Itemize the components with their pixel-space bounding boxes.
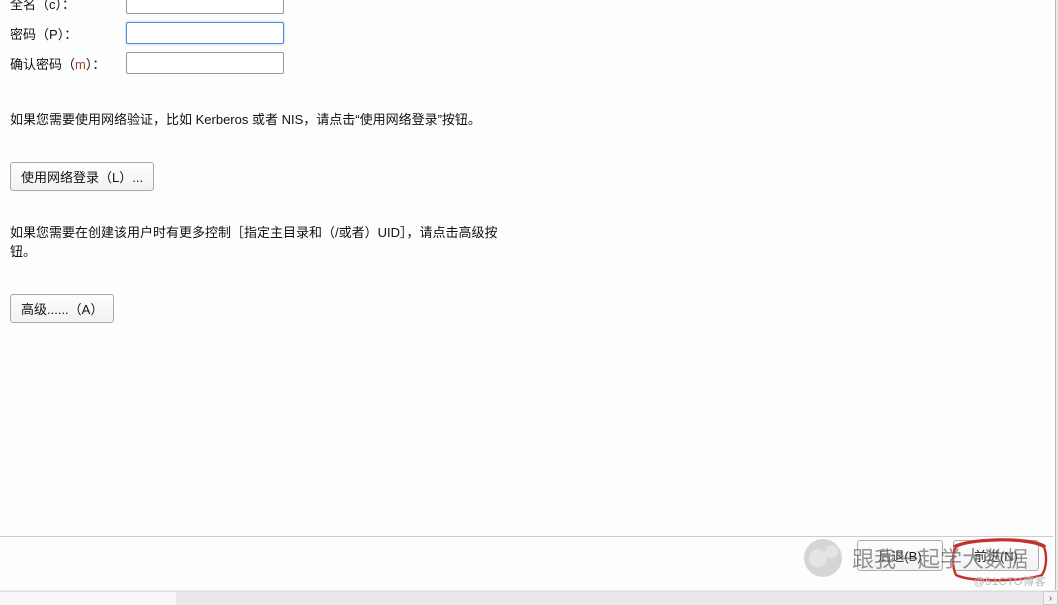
- horizontal-scrollbar-thumb-left[interactable]: [0, 591, 176, 605]
- spacer: [0, 130, 1055, 162]
- horizontal-scrollbar-right-arrow[interactable]: ›: [1043, 591, 1058, 605]
- user-form: 全名（c）： 密码（P）： 确认密码（m）：: [0, 0, 1055, 78]
- label-password-hotkey: P: [49, 27, 58, 42]
- input-fullname[interactable]: [126, 0, 284, 14]
- label-confirm-suffix: ）：: [86, 57, 106, 72]
- input-confirm-password[interactable]: [126, 52, 284, 74]
- label-password: 密码（P）：: [10, 24, 126, 43]
- label-fullname-prefix: 全名（: [10, 0, 49, 12]
- help-network-auth: 如果您需要使用网络验证，比如 Kerberos 或者 NIS，请点击“使用网络登…: [10, 110, 1045, 130]
- label-password-suffix: ）：: [58, 27, 78, 42]
- label-confirm-prefix: 确认密码（: [10, 57, 75, 72]
- network-login-row: 使用网络登录（L）...: [10, 162, 1045, 191]
- forward-button[interactable]: 前进(N): [953, 540, 1039, 571]
- advanced-button[interactable]: 高级......（A）: [10, 294, 114, 323]
- spacer: [0, 191, 1055, 223]
- network-login-button[interactable]: 使用网络登录（L）...: [10, 162, 154, 191]
- spacer: [0, 78, 1055, 110]
- input-password[interactable]: [126, 22, 284, 44]
- label-confirm-hotkey: m: [75, 57, 86, 72]
- help-advanced: 如果您需要在创建该用户时有更多控制［指定主目录和（/或者）UID］，请点击高级按…: [10, 223, 520, 262]
- chevron-right-icon: ›: [1049, 593, 1052, 604]
- main-panel: 全名（c）： 密码（P）： 确认密码（m）： 如果您需要使用网络验证，比如 Ke…: [0, 0, 1056, 590]
- label-confirm-password: 确认密码（m）：: [10, 54, 126, 73]
- advanced-row: 高级......（A）: [10, 294, 1045, 323]
- back-button[interactable]: 后退(B): [857, 540, 943, 571]
- row-confirm-password: 确认密码（m）：: [10, 48, 1045, 78]
- label-fullname: 全名（c）：: [10, 0, 126, 13]
- row-fullname: 全名（c）：: [10, 0, 1045, 18]
- wizard-nav-bar: 后退(B) 前进(N): [0, 536, 1053, 574]
- row-password: 密码（P）：: [10, 18, 1045, 48]
- label-fullname-suffix: ）：: [56, 0, 76, 12]
- attribution-text: @51CTO博客: [974, 573, 1046, 589]
- spacer: [0, 262, 1055, 294]
- label-password-prefix: 密码（: [10, 27, 49, 42]
